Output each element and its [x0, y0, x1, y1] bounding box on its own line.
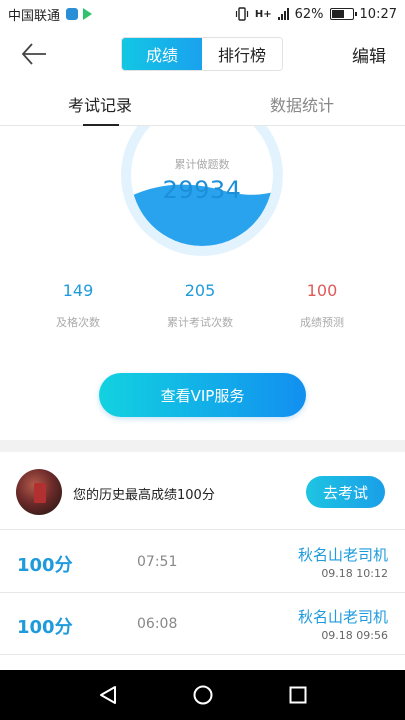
ring-label: 累计做题数: [174, 158, 230, 171]
metric-value: 205: [184, 281, 216, 300]
battery-fill: [331, 10, 344, 18]
vibrate-icon: [235, 7, 248, 21]
square-recents-icon: [289, 686, 306, 704]
record-date: 09.18 09:56: [321, 629, 388, 642]
metric-label: 及格次数: [56, 316, 100, 329]
circle-home-icon: [193, 685, 212, 705]
tab-exam-records[interactable]: 考试记录: [68, 92, 132, 116]
tab-bar: 考试记录 数据统计: [0, 80, 405, 126]
metric-value: 149: [62, 281, 94, 300]
metric-pass-count: 149 及格次数: [13, 281, 143, 330]
take-exam-button[interactable]: 去考试: [306, 476, 385, 508]
screen: 中国联通 H+ 62% 10:27 成绩 排行榜 编辑 考试记录 数据统计 累计…: [0, 0, 405, 720]
play-app-icon: [83, 8, 93, 20]
record-date: 09.18 10:12: [321, 567, 388, 580]
ring-value: 29934: [162, 176, 242, 204]
stats-panel: 累计做题数 29934 149 及格次数 205 累计考试次数 100 成绩预测…: [0, 126, 405, 440]
metric-label: 累计考试次数: [167, 316, 233, 329]
vip-service-button[interactable]: 查看VIP服务: [99, 373, 306, 417]
header: 成绩 排行榜 编辑: [0, 28, 405, 80]
battery-percent: 62%: [294, 6, 324, 22]
metric-exam-count: 205 累计考试次数: [135, 281, 265, 330]
tab-data-stats[interactable]: 数据统计: [270, 92, 334, 116]
segment-score[interactable]: 成绩: [122, 38, 202, 70]
exam-record-row[interactable]: 100分 06:08 秋名山老司机 09.18 09:56: [0, 593, 405, 655]
progress-ring: 累计做题数 29934: [121, 126, 283, 256]
record-user-name: 秋名山老司机: [297, 546, 388, 564]
metric-label: 成绩预测: [300, 316, 344, 329]
status-bar: 中国联通 H+ 62% 10:27: [0, 0, 405, 28]
signal-icon: [277, 8, 289, 20]
record-score: 100分: [17, 617, 73, 638]
progress-ring-inner: 累计做题数 29934: [131, 126, 273, 246]
exam-record-row[interactable]: 100分 07:51 秋名山老司机 09.18 10:12: [0, 531, 405, 593]
triangle-back-icon: [99, 686, 116, 704]
carrier-name: 中国联通: [8, 8, 61, 24]
record-score: 100分: [17, 555, 73, 576]
system-nav-bar: [0, 670, 405, 720]
record-duration: 06:08: [137, 616, 178, 632]
nav-back-button[interactable]: [88, 675, 128, 715]
nav-home-button[interactable]: [183, 675, 223, 715]
avatar: [16, 469, 62, 515]
clock: 10:27: [359, 6, 397, 22]
status-right: H+ 62% 10:27: [235, 7, 397, 22]
nav-recents-button[interactable]: [278, 675, 318, 715]
back-button[interactable]: [18, 40, 50, 68]
metric-score-prediction: 100 成绩预测: [257, 281, 387, 330]
best-score-row: 您的历史最高成绩100分 去考试: [0, 452, 405, 530]
message-app-icon: [66, 8, 79, 20]
battery-icon: [329, 8, 357, 20]
record-user-name: 秋名山老司机: [297, 608, 388, 626]
record-duration: 07:51: [137, 554, 178, 570]
metric-value: 100: [306, 281, 338, 300]
best-score-text: 您的历史最高成绩100分: [73, 488, 215, 503]
network-type: H+: [254, 8, 272, 20]
edit-button[interactable]: 编辑: [352, 42, 386, 67]
back-arrow-icon: [21, 43, 46, 65]
segment-ranking[interactable]: 排行榜: [202, 38, 282, 70]
segment-control: 成绩 排行榜: [121, 37, 283, 71]
section-divider: [0, 440, 405, 452]
